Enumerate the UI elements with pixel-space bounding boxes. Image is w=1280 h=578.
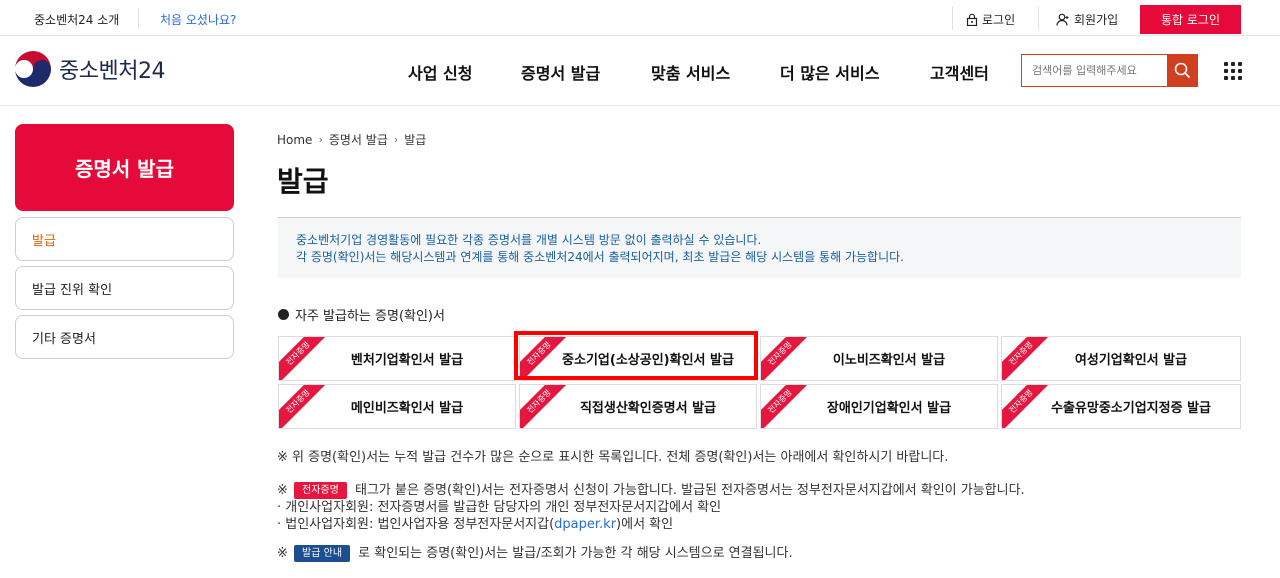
divider <box>1038 6 1039 30</box>
first-visit-link[interactable]: 처음 오셨나요? <box>160 11 236 28</box>
info-line: 중소벤처기업 경영활동에 필요한 각종 증명서를 개별 시스템 방문 없이 출력… <box>296 233 762 247</box>
e-cert-ribbon: 전자증명 <box>1002 337 1053 380</box>
nav-certificate[interactable]: 증명서 발급 <box>521 60 600 84</box>
search-icon <box>1174 62 1190 79</box>
note-sub-post: )에서 확인 <box>616 517 674 532</box>
e-cert-ribbon: 전자증명 <box>761 385 812 428</box>
search-box <box>1021 54 1198 87</box>
card-label: 장애인기업확인서 발급 <box>826 401 952 416</box>
site-logo[interactable]: 중소벤처24 <box>14 50 165 88</box>
login-link[interactable]: 로그인 <box>966 11 1015 28</box>
search-button[interactable] <box>1167 55 1197 86</box>
about-link[interactable]: 중소벤처24 소개 <box>34 11 119 28</box>
certificate-card[interactable]: 전자증명 장애인기업확인서 발급 <box>760 384 998 429</box>
certificate-card[interactable]: 전자증명 이노비즈확인서 발급 <box>760 336 998 381</box>
nav-apply[interactable]: 사업 신청 <box>408 60 472 84</box>
note-sub-corporate: · 법인사업자회원: 법인사업자용 정부전자문서지갑(dpaper.kr)에서 … <box>277 516 1025 533</box>
nav-customer-center[interactable]: 고객센터 <box>930 60 989 84</box>
note-sub-personal: · 개인사업자회원: 전자증명서를 발급한 담당자의 개인 정부전자문서지갑에서… <box>277 500 722 515</box>
card-label: 메인비즈확인서 발급 <box>350 401 464 416</box>
chevron-right-icon: › <box>318 133 323 146</box>
page-title: 발급 <box>277 165 329 198</box>
card-label: 여성기업확인서 발급 <box>1074 353 1188 368</box>
divider <box>138 8 139 28</box>
sso-login-button[interactable]: 통합 로그인 <box>1140 5 1241 34</box>
note-mark: ※ <box>277 546 288 561</box>
nav-custom-service[interactable]: 맞춤 서비스 <box>651 60 730 84</box>
taegeuk-logo-icon <box>15 51 51 87</box>
e-cert-ribbon: 전자증명 <box>279 337 330 380</box>
note-issue-guide: ※ 발급 안내 로 확인되는 증명(확인)서는 발급/조회가 가능한 각 해당 … <box>277 545 793 562</box>
certificate-card[interactable]: 전자증명 여성기업확인서 발급 <box>1001 336 1241 381</box>
dpaper-link[interactable]: dpaper.kr <box>554 517 616 532</box>
e-cert-ribbon: 전자증명 <box>520 385 571 428</box>
sidebar-item-issue[interactable]: 발급 <box>15 217 234 261</box>
issue-guide-tag: 발급 안내 <box>294 545 351 562</box>
signup-label: 회원가입 <box>1074 13 1119 27</box>
certificate-card-grid: 전자증명 벤처기업확인서 발급 전자증명 중소기업(소상공인)확인서 발급 전자… <box>278 336 1241 429</box>
lock-icon <box>966 13 978 26</box>
sidebar-item-verify[interactable]: 발급 진위 확인 <box>15 266 234 310</box>
e-cert-ribbon: 전자증명 <box>279 385 330 428</box>
main-header: 중소벤처24 사업 신청 증명서 발급 맞춤 서비스 더 많은 서비스 고객센터 <box>0 36 1280 106</box>
breadcrumb-current: 발급 <box>404 133 427 147</box>
breadcrumb-home[interactable]: Home <box>277 133 312 147</box>
note-mark: ※ <box>277 483 288 498</box>
search-input[interactable] <box>1022 55 1167 86</box>
breadcrumb-certificate[interactable]: 증명서 발급 <box>329 131 388 148</box>
login-label: 로그인 <box>982 13 1016 27</box>
highlight-box <box>514 331 758 380</box>
logo-text: 중소벤처24 <box>59 59 165 84</box>
sidebar-item-other[interactable]: 기타 증명서 <box>15 315 234 359</box>
note-sub-pre: · 법인사업자회원: 법인사업자용 정부전자문서지갑( <box>277 517 555 532</box>
note-e-cert: ※ 전자증명 태그가 붙은 증명(확인)서는 전자증명서 신청이 가능합니다. … <box>277 482 1025 533</box>
card-label: 수출유망중소기업지정증 발급 <box>1050 401 1211 416</box>
card-label: 직접생산확인증명서 발급 <box>579 401 717 416</box>
certificate-card[interactable]: 전자증명 수출유망중소기업지정증 발급 <box>1001 384 1241 429</box>
card-label: 벤처기업확인서 발급 <box>350 353 464 368</box>
user-add-icon <box>1056 13 1069 26</box>
chevron-right-icon: › <box>393 133 399 146</box>
breadcrumb: Home › 증명서 발급 › 발급 <box>277 131 426 148</box>
sidebar-title: 증명서 발급 <box>15 124 234 211</box>
signup-link[interactable]: 회원가입 <box>1056 11 1118 28</box>
certificate-card[interactable]: 전자증명 메인비즈확인서 발급 <box>278 384 516 429</box>
nav-more-service[interactable]: 더 많은 서비스 <box>780 60 879 84</box>
info-box: 중소벤처기업 경영활동에 필요한 각종 증명서를 개별 시스템 방문 없이 출력… <box>278 217 1241 278</box>
bullet-icon <box>278 309 289 320</box>
info-line: 각 증명(확인)서는 해당시스템과 연계를 통해 중소벤처24에서 출력되어지며… <box>296 250 904 264</box>
card-label: 이노비즈확인서 발급 <box>832 353 946 368</box>
all-menu-icon[interactable] <box>1224 62 1242 80</box>
frequent-heading: 자주 발급하는 증명(확인)서 <box>278 305 445 324</box>
note-sort-order: ※ 위 증명(확인)서는 누적 발급 건수가 많은 순으로 표시한 목록입니다.… <box>277 450 949 465</box>
e-cert-tag: 전자증명 <box>294 482 347 499</box>
e-cert-ribbon: 전자증명 <box>761 337 812 380</box>
e-cert-ribbon: 전자증명 <box>1002 385 1053 428</box>
certificate-card[interactable]: 전자증명 벤처기업확인서 발급 <box>278 336 516 381</box>
frequent-heading-text: 자주 발급하는 증명(확인)서 <box>295 309 445 324</box>
note-text: 태그가 붙은 증명(확인)서는 전자증명서 신청이 가능합니다. 발급된 전자증… <box>355 483 1025 498</box>
top-utility-bar: 중소벤처24 소개 처음 오셨나요? 로그인 회원가입 통합 로그인 <box>0 0 1280 36</box>
divider <box>952 6 953 30</box>
note-text: 로 확인되는 증명(확인)서는 발급/조회가 가능한 각 해당 시스템으로 연결… <box>358 546 793 561</box>
certificate-card[interactable]: 전자증명 직접생산확인증명서 발급 <box>519 384 757 429</box>
